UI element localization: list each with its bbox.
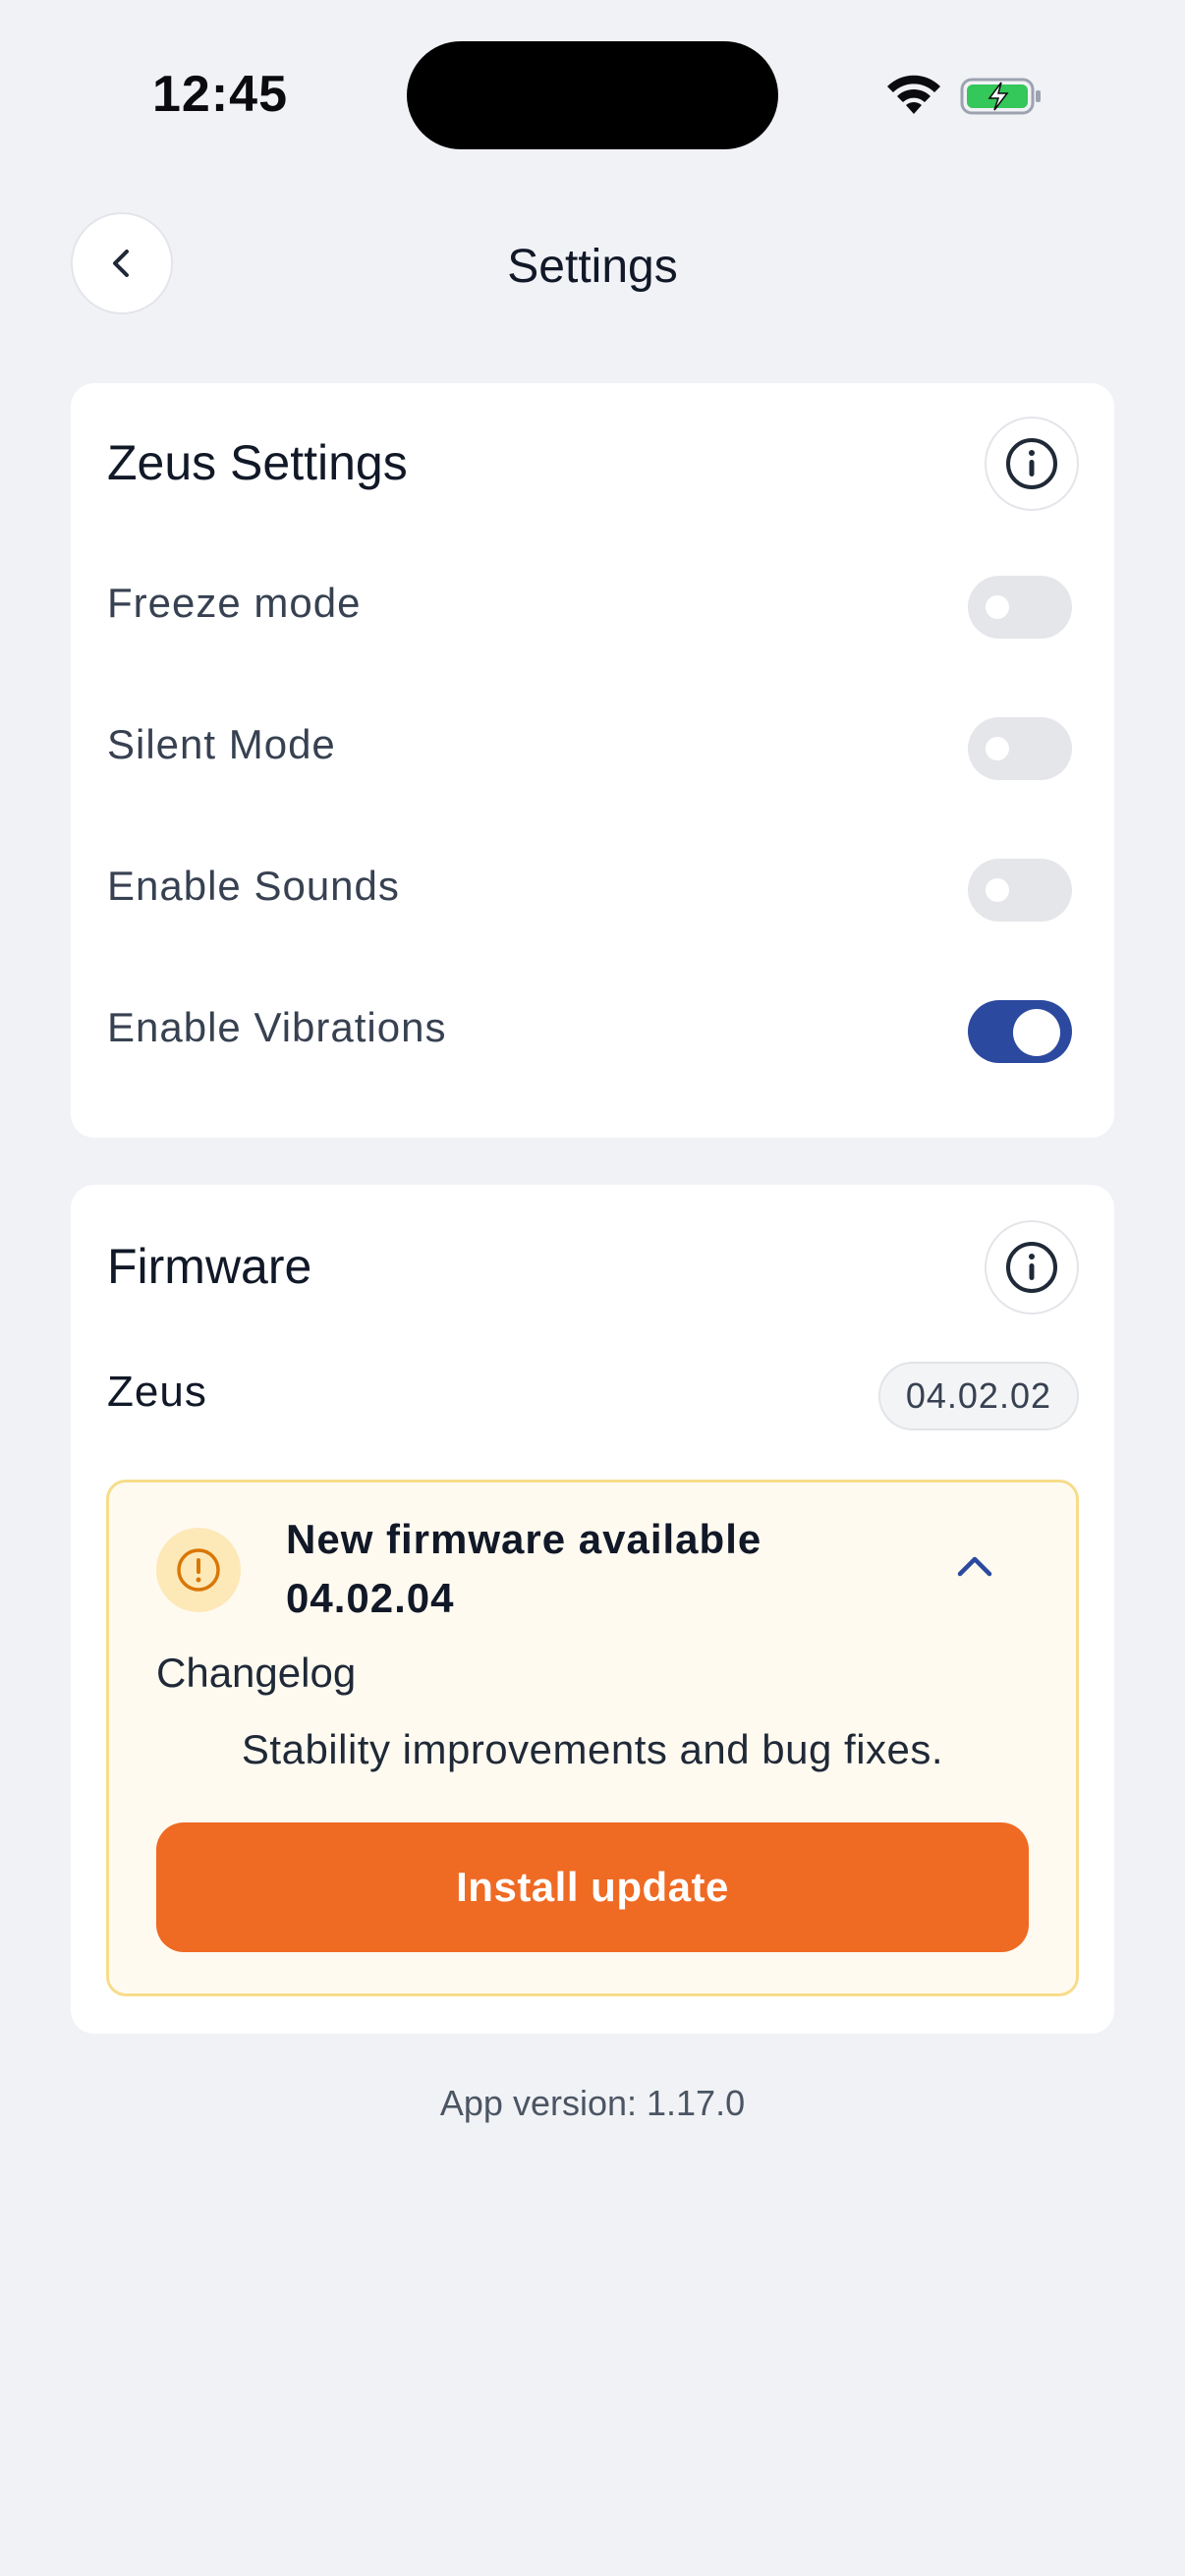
firmware-update-panel: New firmware available 04.02.04 Changelo… xyxy=(106,1480,1079,1996)
zeus-settings-card: Zeus Settings Freeze mode Silent Mode En… xyxy=(71,383,1114,1138)
app-version-text: App version: 1.17.0 xyxy=(439,2083,746,2123)
silent-mode-toggle[interactable] xyxy=(968,717,1072,780)
enable-sounds-toggle[interactable] xyxy=(968,859,1072,922)
status-bar: 12:45 xyxy=(0,0,1185,187)
zeus-settings-info-button[interactable] xyxy=(985,417,1079,511)
update-title-line1: New firmware available xyxy=(286,1516,762,1562)
info-icon xyxy=(1006,1242,1057,1293)
status-time: 12:45 xyxy=(152,66,288,123)
current-version-badge: 04.02.02 xyxy=(877,1362,1079,1430)
battery-charging-icon xyxy=(960,78,1041,115)
zeus-settings-title: Zeus Settings xyxy=(107,435,408,490)
enable-vibrations-toggle[interactable] xyxy=(968,1000,1072,1063)
install-update-button[interactable]: Install update xyxy=(156,1822,1029,1952)
enable-sounds-label: Enable Sounds xyxy=(107,863,400,909)
dynamic-island xyxy=(407,41,778,149)
changelog-label: Changelog xyxy=(156,1650,357,1696)
silent-mode-label: Silent Mode xyxy=(107,721,336,767)
changelog-text: Stability improvements and bug fixes. xyxy=(241,1726,944,1772)
device-name: Zeus xyxy=(107,1368,207,1416)
nav-bar: Settings xyxy=(0,206,1185,324)
firmware-title: Firmware xyxy=(107,1239,312,1294)
firmware-info-button[interactable] xyxy=(985,1220,1079,1315)
enable-vibrations-label: Enable Vibrations xyxy=(107,1004,447,1050)
update-title: New firmware available 04.02.04 xyxy=(286,1510,836,1628)
alert-circle-icon xyxy=(156,1528,241,1612)
wifi-icon xyxy=(887,75,940,114)
firmware-card: Firmware Zeus 04.02.02 New firmware avai… xyxy=(71,1185,1114,2034)
freeze-mode-toggle[interactable] xyxy=(968,576,1072,639)
update-version: 04.02.04 xyxy=(286,1575,455,1621)
freeze-mode-label: Freeze mode xyxy=(107,580,362,626)
chevron-up-icon[interactable] xyxy=(952,1543,997,1589)
info-icon xyxy=(1006,438,1057,489)
page-title: Settings xyxy=(507,241,678,293)
